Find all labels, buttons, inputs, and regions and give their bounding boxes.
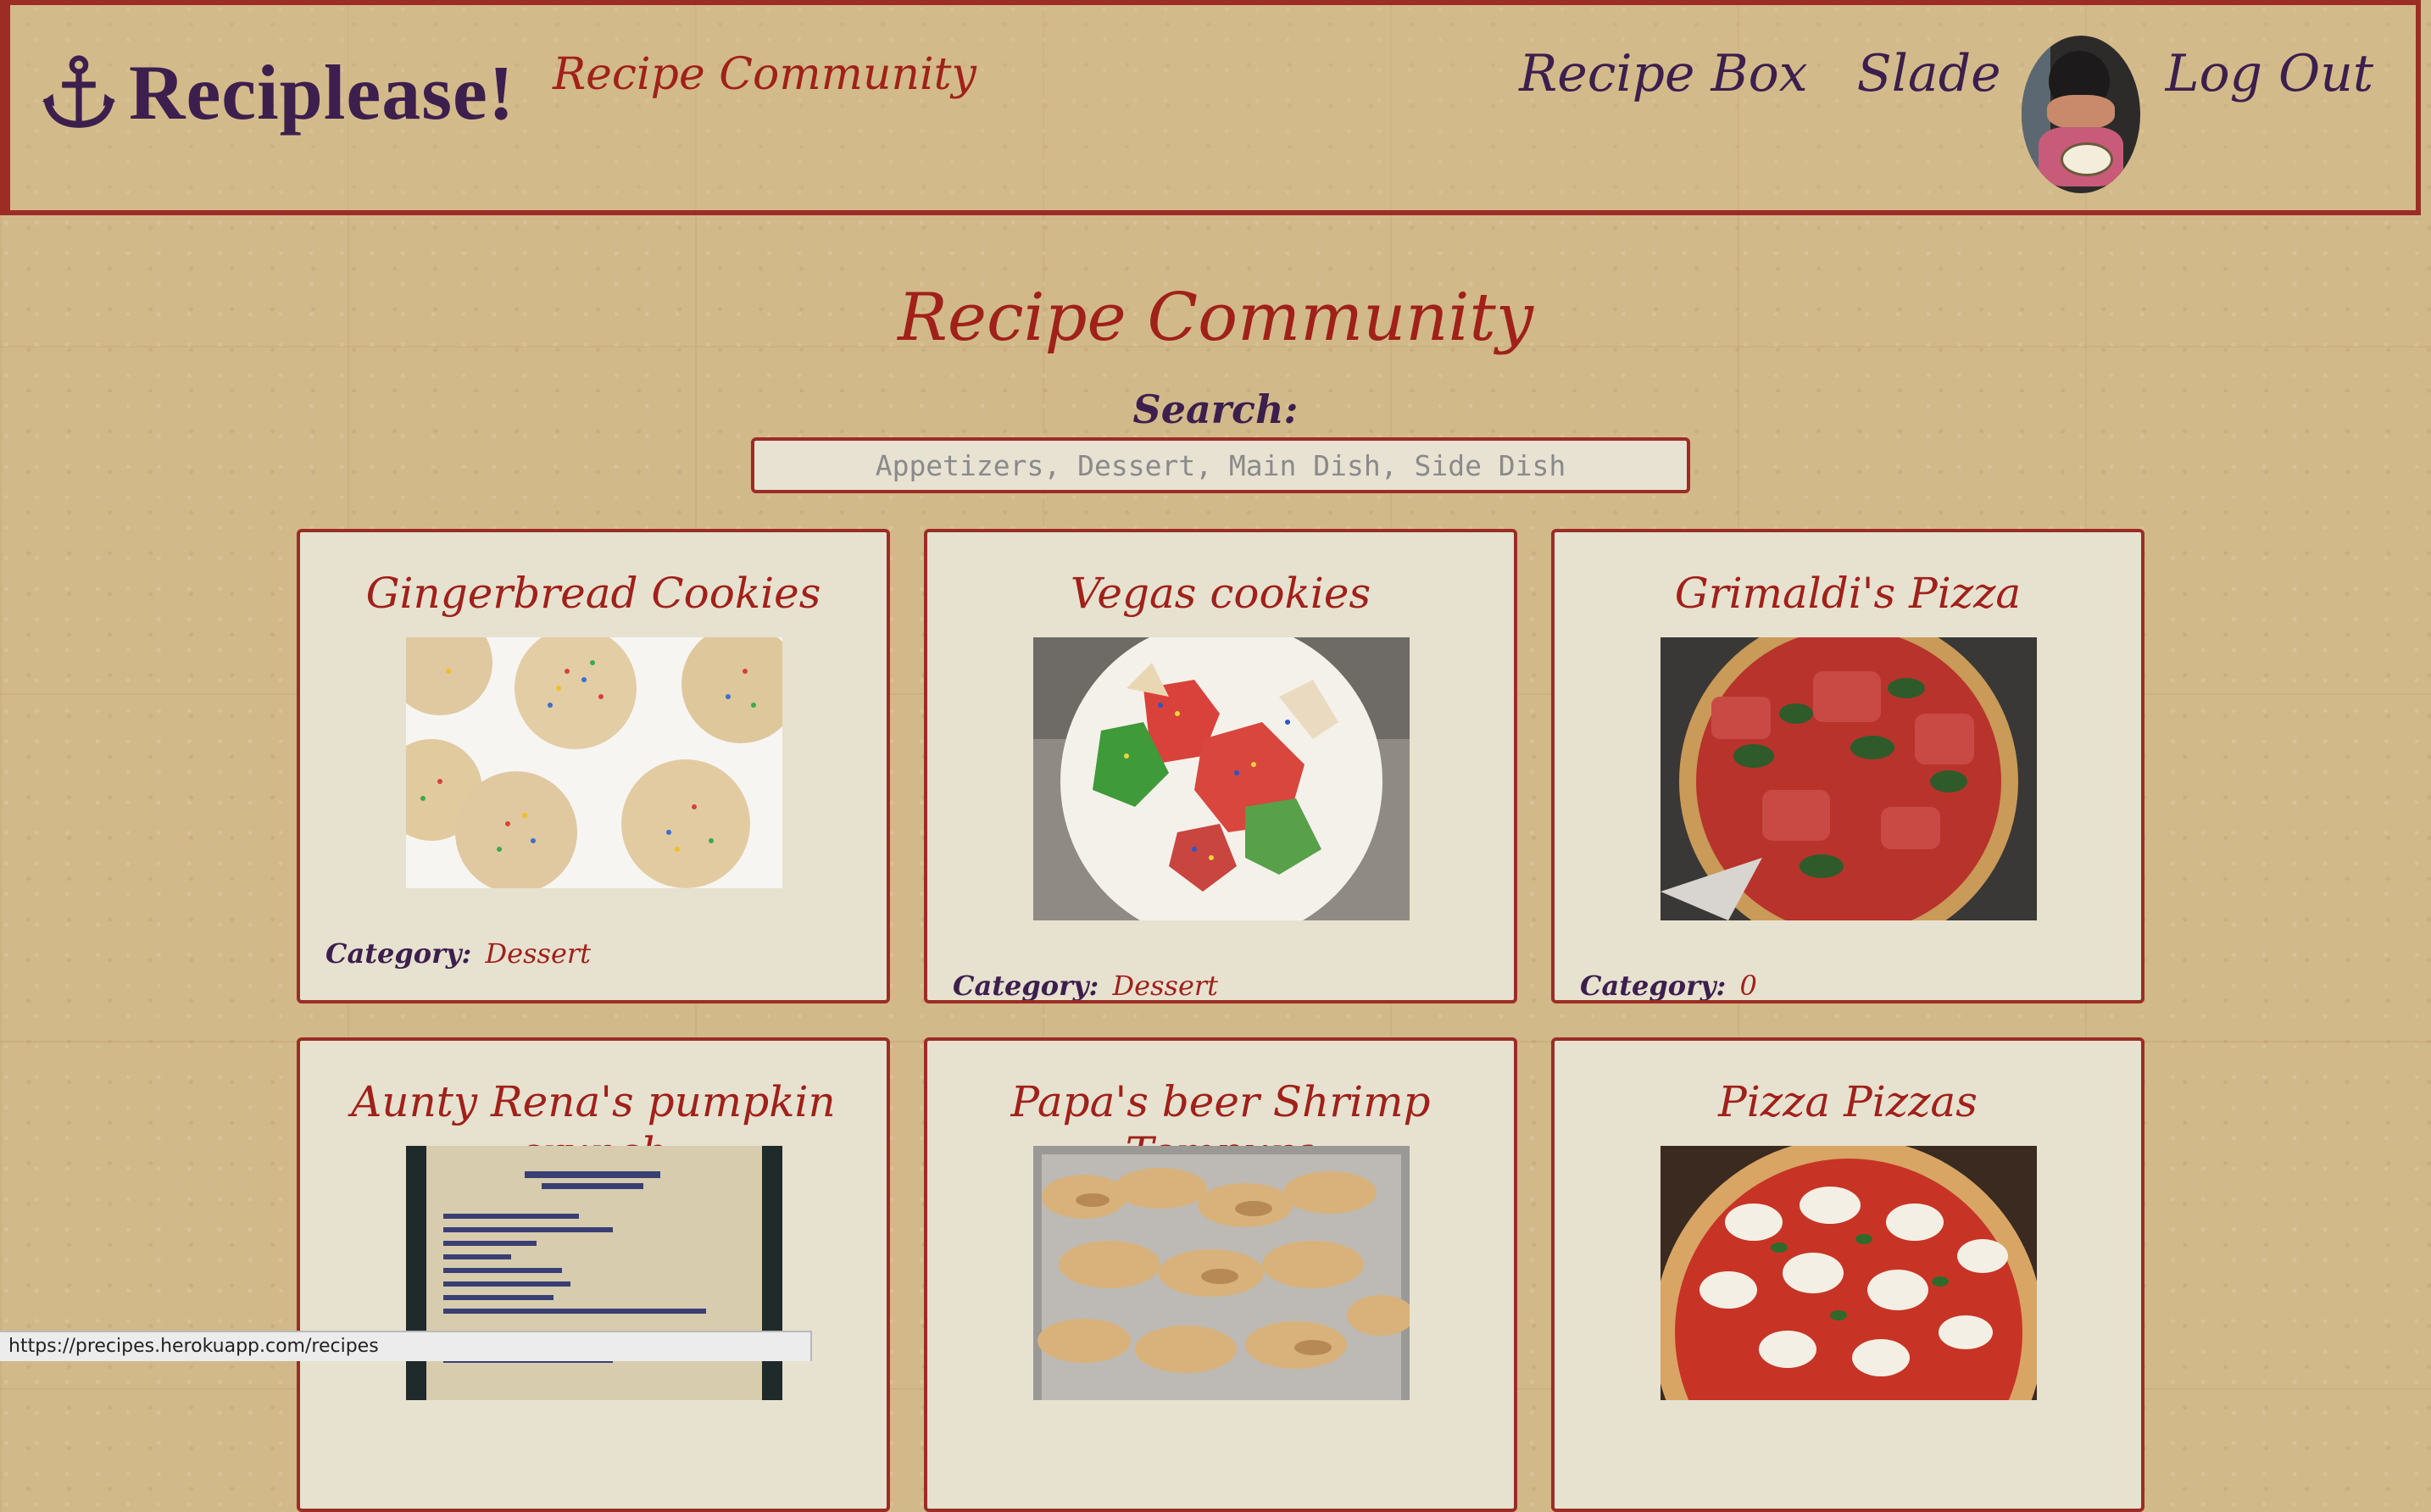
avatar[interactable]: [2021, 36, 2140, 193]
shrimp-tempura-photo[interactable]: [1033, 1146, 1410, 1400]
recipe-title[interactable]: Gingerbread Cookies: [300, 568, 887, 619]
recipe-card[interactable]: Grimaldi's Pizza Category: 0: [1551, 529, 2145, 1003]
brand-name: Reciplease!: [129, 49, 515, 136]
category-row: Category: Dessert: [325, 937, 591, 970]
brand-logo[interactable]: Reciplease!: [41, 47, 515, 137]
status-bar-url: https://precipes.herokuapp.com/recipes: [0, 1331, 812, 1361]
recipe-card[interactable]: Gingerbread Cookies Category: Dessert: [297, 529, 890, 1003]
site-header: Reciplease! Recipe Community Recipe Box …: [0, 0, 2421, 215]
pizza-photo[interactable]: [1661, 637, 2037, 920]
recipe-title[interactable]: Grimaldi's Pizza: [1555, 568, 2141, 619]
category-value: 0: [1739, 970, 1757, 1002]
category-row: Category: 0: [1580, 970, 1757, 1002]
nav-recipe-box[interactable]: Recipe Box: [1519, 44, 1808, 103]
category-value: Dessert: [1112, 970, 1219, 1002]
recipe-card[interactable]: Pizza Pizzas: [1551, 1037, 2145, 1512]
margherita-pizza-photo[interactable]: [1661, 1146, 2037, 1400]
category-row: Category: Dessert: [953, 970, 1219, 1002]
category-label: Category:: [325, 937, 472, 970]
logout-link[interactable]: Log Out: [2166, 44, 2373, 103]
anchor-icon: [42, 55, 116, 128]
sprinkle-cookies-photo[interactable]: [406, 637, 782, 888]
category-value: Dessert: [485, 937, 592, 970]
recipe-card[interactable]: Aunty Rena's pumpkin crunch: [297, 1037, 890, 1512]
recipe-title[interactable]: Vegas cookies: [927, 568, 1514, 619]
category-label: Category:: [1580, 970, 1727, 1002]
category-label: Category:: [953, 970, 1099, 1002]
nav-user-profile[interactable]: Slade: [1857, 44, 2001, 103]
recipe-card[interactable]: Vegas cookies Category: Dessert: [924, 529, 1517, 1003]
recipe-card[interactable]: Papa's beer Shrimp Tempura: [924, 1037, 1517, 1512]
recipe-title[interactable]: Pizza Pizzas: [1555, 1076, 2141, 1127]
page-title: Recipe Community: [898, 280, 1533, 356]
search-label: Search:: [1132, 386, 1299, 432]
nav-right: Recipe Box Slade Log Out: [1470, 36, 2373, 193]
nav-recipe-community[interactable]: Recipe Community: [553, 49, 976, 100]
search-input[interactable]: [751, 437, 1690, 493]
decorated-cookies-photo[interactable]: [1033, 637, 1410, 920]
recipe-card-photo[interactable]: [406, 1146, 782, 1400]
